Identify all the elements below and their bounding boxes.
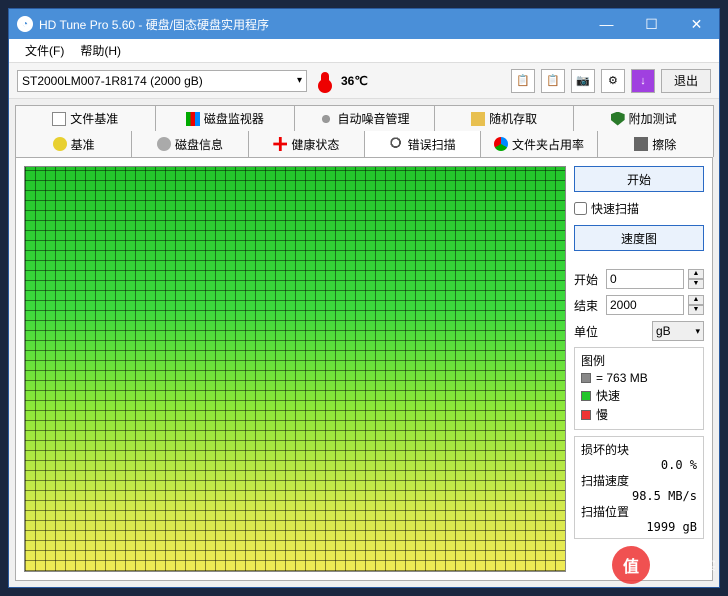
legend-fast-icon bbox=[581, 391, 591, 401]
watermark-text: 什么值得买 bbox=[656, 557, 716, 574]
chevron-down-icon: ▾ bbox=[695, 326, 700, 337]
legend-block-icon bbox=[581, 373, 591, 383]
tab-info[interactable]: 磁盘信息 bbox=[131, 131, 248, 157]
quick-scan-checkbox[interactable]: 快速扫描 bbox=[574, 198, 704, 219]
temperature-value: 36℃ bbox=[341, 74, 368, 88]
disk-icon bbox=[157, 137, 171, 151]
chart-icon bbox=[186, 112, 200, 126]
speedmap-button[interactable]: 速度图 bbox=[574, 225, 704, 251]
drive-select[interactable]: ST2000LM007-1R8174 (2000 gB) ▾ bbox=[17, 70, 307, 92]
start-up[interactable]: ▲ bbox=[688, 269, 704, 279]
exit-button[interactable]: 退出 bbox=[661, 69, 711, 93]
start-button[interactable]: 开始 bbox=[574, 166, 704, 192]
start-label: 开始 bbox=[574, 271, 602, 288]
speed-value: 98.5 MB/s bbox=[581, 489, 697, 503]
tab-file-benchmark[interactable]: 文件基准 bbox=[15, 105, 156, 131]
legend-panel: 图例 = 763 MB 快速 慢 bbox=[574, 347, 704, 430]
app-window: ◔ HD Tune Pro 5.60 - 硬盘/固态硬盘实用程序 — ☐ ✕ 文… bbox=[8, 8, 720, 588]
stats-panel: 损坏的块 0.0 % 扫描速度 98.5 MB/s 扫描位置 1999 gB bbox=[574, 436, 704, 539]
legend-slow-icon bbox=[581, 410, 591, 420]
damaged-value: 0.0 % bbox=[581, 458, 697, 472]
damaged-label: 损坏的块 bbox=[581, 441, 697, 458]
tab-erase[interactable]: 擦除 bbox=[597, 131, 714, 157]
position-value: 1999 gB bbox=[581, 520, 697, 534]
minimize-button[interactable]: — bbox=[584, 9, 629, 39]
plus-icon bbox=[273, 137, 287, 151]
pie-icon bbox=[494, 137, 508, 151]
drive-select-value: ST2000LM007-1R8174 (2000 gB) bbox=[22, 74, 203, 88]
chevron-down-icon: ▾ bbox=[297, 75, 302, 86]
end-label: 结束 bbox=[574, 297, 602, 314]
quick-scan-input[interactable] bbox=[574, 202, 587, 215]
position-label: 扫描位置 bbox=[581, 503, 697, 520]
menu-file[interactable]: 文件(F) bbox=[17, 39, 72, 62]
tab-extra-tests[interactable]: 附加测试 bbox=[573, 105, 714, 131]
titlebar[interactable]: ◔ HD Tune Pro 5.60 - 硬盘/固态硬盘实用程序 — ☐ ✕ bbox=[9, 9, 719, 39]
search-icon bbox=[390, 137, 404, 151]
watermark-icon: 值 bbox=[612, 546, 650, 584]
options-button[interactable]: ⚙ bbox=[601, 69, 625, 93]
unit-select[interactable]: gB▾ bbox=[652, 321, 704, 341]
menubar: 文件(F) 帮助(H) bbox=[9, 39, 719, 63]
speed-label: 扫描速度 bbox=[581, 472, 697, 489]
maximize-button[interactable]: ☐ bbox=[629, 9, 674, 39]
screenshot-button[interactable]: 📷 bbox=[571, 69, 595, 93]
end-down[interactable]: ▼ bbox=[688, 305, 704, 315]
window-title: HD Tune Pro 5.60 - 硬盘/固态硬盘实用程序 bbox=[39, 16, 584, 33]
content-area: 开始 快速扫描 速度图 开始 0 ▲▼ 结束 2000 ▲▼ 单位 gB▾ bbox=[15, 157, 713, 581]
folder-icon bbox=[471, 112, 485, 126]
bulb-icon bbox=[53, 137, 67, 151]
tab-error-scan[interactable]: 错误扫描 bbox=[364, 131, 481, 157]
document-icon bbox=[52, 112, 66, 126]
tab-container: 文件基准 磁盘监视器 自动噪音管理 随机存取 附加测试 基准 磁盘信息 健康状态… bbox=[9, 99, 719, 157]
start-down[interactable]: ▼ bbox=[688, 279, 704, 289]
thermometer-icon bbox=[321, 72, 329, 90]
watermark: 值 什么值得买 bbox=[612, 546, 716, 584]
speaker-icon bbox=[319, 112, 333, 126]
app-icon: ◔ bbox=[17, 16, 33, 32]
close-button[interactable]: ✕ bbox=[674, 9, 719, 39]
copy-screenshot-button[interactable]: 📋 bbox=[541, 69, 565, 93]
copy-info-button[interactable]: 📋 bbox=[511, 69, 535, 93]
legend-title: 图例 bbox=[581, 352, 697, 369]
tab-benchmark[interactable]: 基准 bbox=[15, 131, 132, 157]
unit-label: 单位 bbox=[574, 323, 602, 340]
end-input[interactable]: 2000 bbox=[606, 295, 684, 315]
tab-random-access[interactable]: 随机存取 bbox=[434, 105, 575, 131]
tab-folder-usage[interactable]: 文件夹占用率 bbox=[480, 131, 597, 157]
end-up[interactable]: ▲ bbox=[688, 295, 704, 305]
shield-icon bbox=[611, 112, 625, 126]
tab-health[interactable]: 健康状态 bbox=[248, 131, 365, 157]
menu-help[interactable]: 帮助(H) bbox=[72, 39, 129, 62]
toolbar: ST2000LM007-1R8174 (2000 gB) ▾ 36℃ 📋 📋 📷… bbox=[9, 63, 719, 99]
tab-disk-monitor[interactable]: 磁盘监视器 bbox=[155, 105, 296, 131]
scan-grid bbox=[24, 166, 566, 572]
side-panel: 开始 快速扫描 速度图 开始 0 ▲▼ 结束 2000 ▲▼ 单位 gB▾ bbox=[574, 166, 704, 572]
start-input[interactable]: 0 bbox=[606, 269, 684, 289]
save-button[interactable]: ↓ bbox=[631, 69, 655, 93]
trash-icon bbox=[634, 137, 648, 151]
tab-aam[interactable]: 自动噪音管理 bbox=[294, 105, 435, 131]
